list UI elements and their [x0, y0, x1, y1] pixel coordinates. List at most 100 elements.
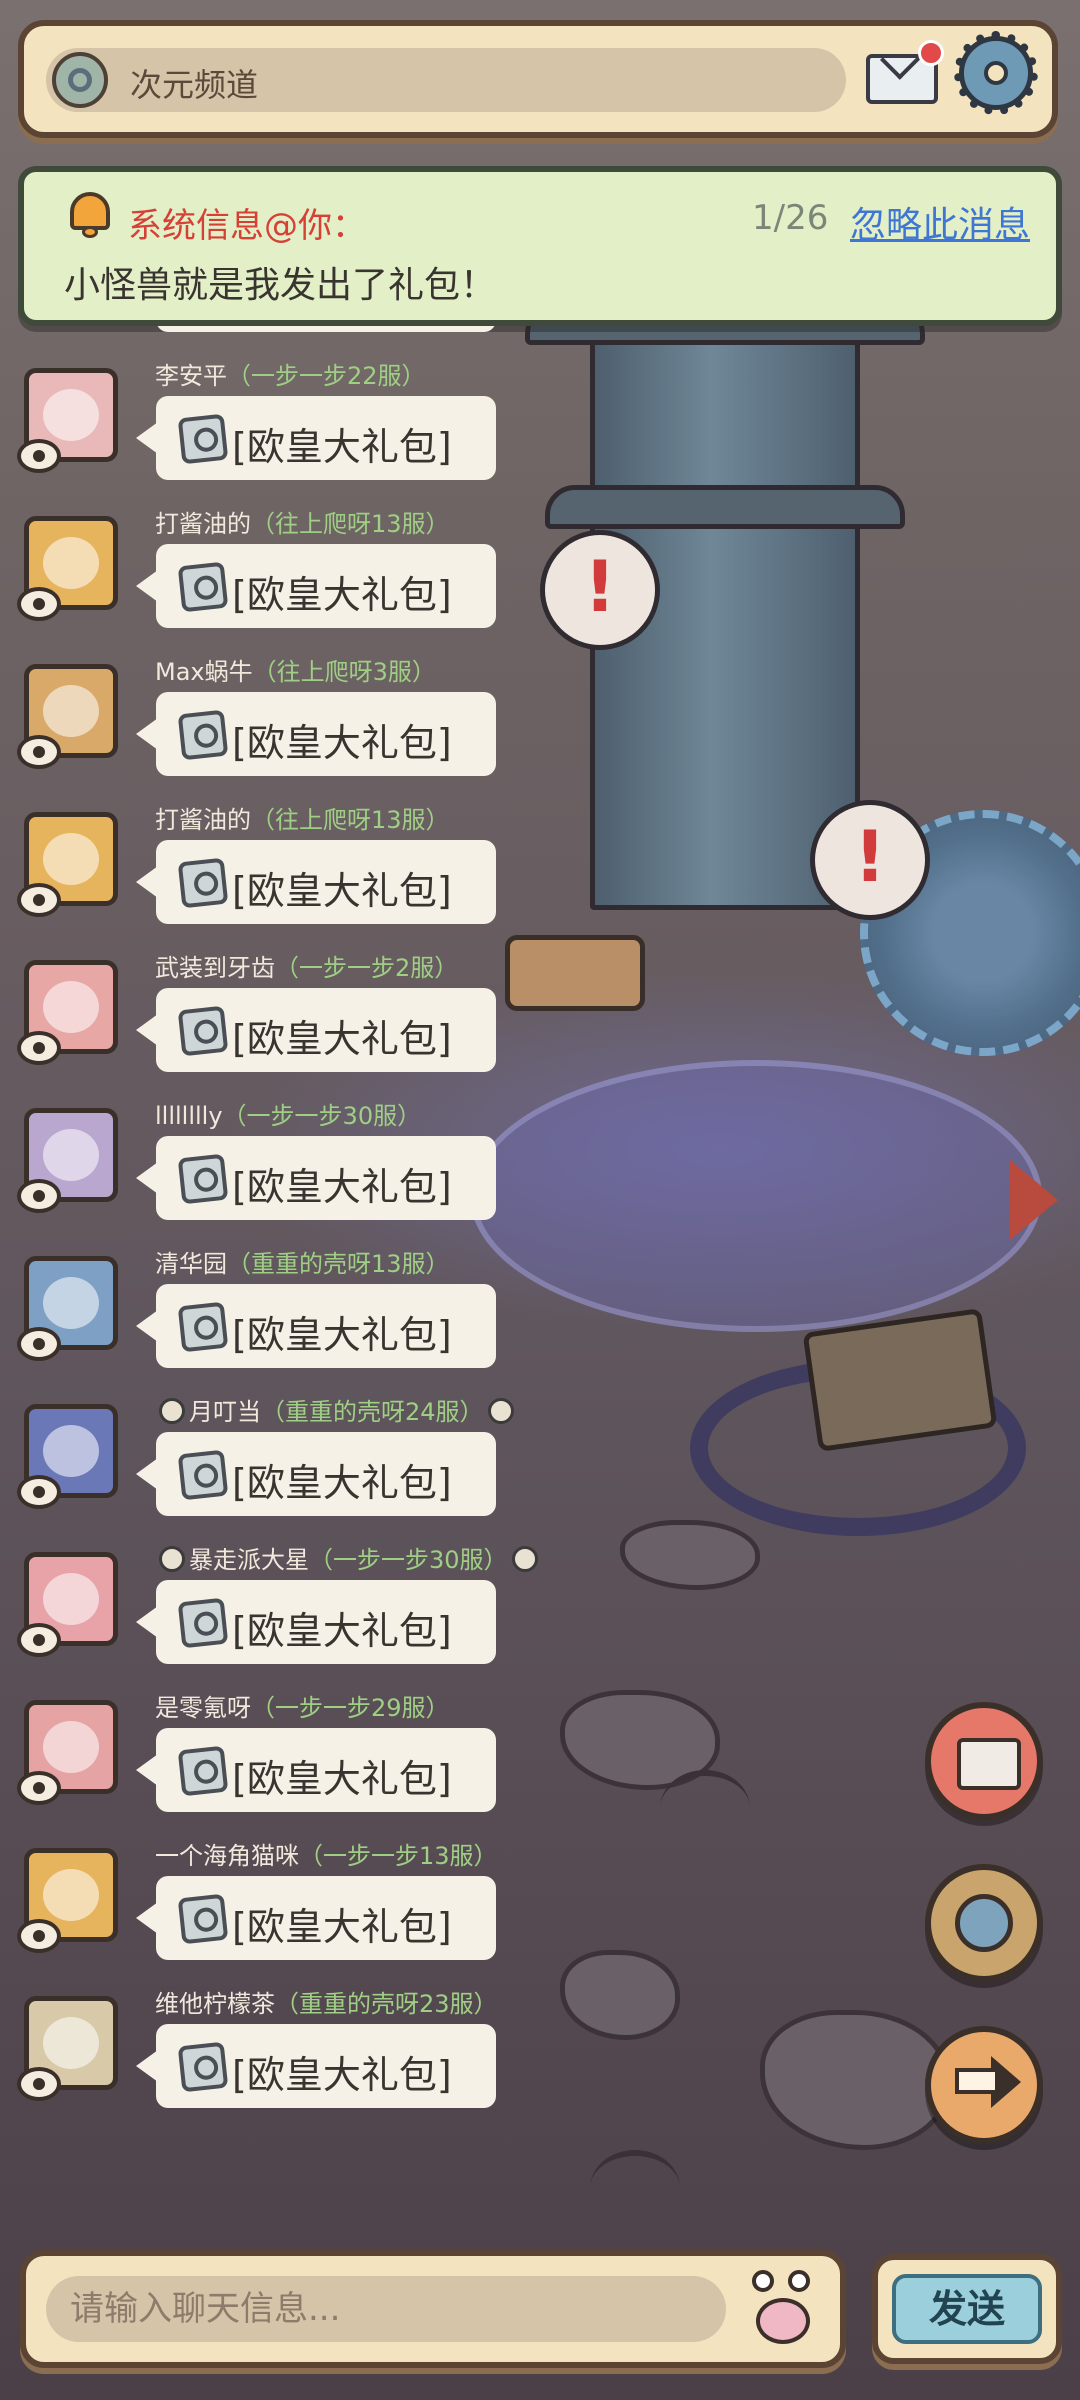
avatar[interactable] [17, 1108, 118, 1213]
gift-card-icon [177, 709, 229, 761]
chat-message: 打酱油的（往上爬呀13服） [欧皇大礼包] [17, 800, 560, 948]
view-profile-eye-icon[interactable] [17, 1623, 61, 1657]
avatar[interactable] [17, 1256, 118, 1361]
sender-name[interactable]: lllllllly [155, 1102, 223, 1130]
message-bubble[interactable]: [欧皇大礼包] [156, 326, 496, 332]
sender-name[interactable]: 清华园 [155, 1250, 227, 1278]
sender-line: lllllllly（一步一步30服） [155, 1096, 421, 1131]
view-profile-eye-icon[interactable] [17, 883, 61, 917]
message-bubble[interactable]: [欧皇大礼包] [136, 1728, 496, 1812]
alert-exclamation-icon[interactable]: ! [810, 800, 930, 920]
avatar-face [43, 685, 99, 737]
mailbox-button[interactable] [925, 1702, 1043, 1820]
gift-card-icon [177, 1301, 229, 1353]
ignore-message-link[interactable]: 忽略此消息 [850, 196, 1030, 248]
sender-line: 是零氪呀（一步一步29服） [155, 1688, 450, 1723]
sender-name[interactable]: 打酱油的 [155, 806, 251, 834]
view-profile-eye-icon[interactable] [17, 1179, 61, 1213]
sender-server: （一步一步13服） [299, 1842, 498, 1870]
settings-button[interactable] [954, 31, 1038, 115]
avatar[interactable] [17, 1996, 118, 2101]
plant-illustration [590, 2150, 680, 2226]
chat-message: 李安平（一步一步22服） [欧皇大礼包] [17, 356, 560, 504]
gift-card-icon [177, 1893, 229, 1945]
avatar-face [43, 1869, 99, 1921]
avatar-face [43, 537, 99, 589]
sender-name[interactable]: 打酱油的 [155, 510, 251, 538]
sender-name[interactable]: 是零氪呀 [155, 1694, 251, 1722]
message-bubble[interactable]: [欧皇大礼包] [136, 1136, 496, 1220]
avatar[interactable] [17, 812, 118, 917]
view-profile-eye-icon[interactable] [17, 1031, 61, 1065]
channel-switch-button[interactable] [925, 1864, 1043, 1982]
avatar-face [43, 1573, 99, 1625]
message-bubble[interactable]: [欧皇大礼包] [136, 2024, 496, 2108]
avatar-face [43, 1425, 99, 1477]
avatar[interactable] [17, 516, 118, 621]
sender-name[interactable]: 维他柠檬茶 [155, 1990, 275, 2018]
chat-message: 武装到牙齿（一步一步2服） [欧皇大礼包] [17, 948, 560, 1096]
avatar-face [43, 1721, 99, 1773]
chat-message: 一个海角猫咪（一步一步13服） [欧皇大礼包] [17, 1836, 560, 1984]
avatar[interactable] [17, 1404, 118, 1509]
gift-card-icon [177, 561, 229, 613]
sender-name[interactable]: Max蜗牛 [155, 658, 253, 686]
send-button[interactable]: 发送 [892, 2274, 1042, 2344]
plant-illustration [660, 1770, 750, 1846]
view-profile-eye-icon[interactable] [17, 735, 61, 769]
message-bubble[interactable]: [欧皇大礼包] [136, 1876, 496, 1960]
sender-line: 一个海角猫咪（一步一步13服） [155, 1836, 498, 1871]
message-bubble[interactable]: [欧皇大礼包] [136, 840, 496, 924]
avatar-face [43, 2017, 99, 2069]
gift-card-icon [177, 1153, 229, 1205]
sender-name[interactable]: 李安平 [155, 362, 227, 390]
notice-message: 小怪兽就是我发出了礼包！ [64, 265, 497, 306]
message-bubble[interactable]: [欧皇大礼包] [136, 1580, 496, 1664]
chat-input[interactable] [46, 2276, 726, 2342]
avatar[interactable] [17, 368, 118, 473]
view-profile-eye-icon[interactable] [17, 2067, 61, 2101]
avatar[interactable] [17, 960, 118, 1065]
chat-message: 暴走派大星（一步一步30服） [欧皇大礼包] [17, 1540, 560, 1688]
chat-message-list[interactable]: 拖家带狗（往上爬呀7服）[欧皇大礼包]李安平（一步一步22服）[欧皇大礼包]打酱… [0, 326, 560, 2226]
avatar-face [43, 389, 99, 441]
message-bubble[interactable]: [欧皇大礼包] [136, 1432, 496, 1516]
scene-next-arrow-icon[interactable] [1010, 1160, 1058, 1240]
sender-name[interactable]: 月叮当 [189, 1398, 261, 1426]
forward-arrow-button[interactable] [925, 2026, 1043, 2144]
message-bubble[interactable]: [欧皇大礼包] [136, 544, 496, 628]
avatar[interactable] [17, 1848, 118, 1953]
gift-pack-label: [欧皇大礼包] [232, 1461, 452, 1505]
view-profile-eye-icon[interactable] [17, 587, 61, 621]
mail-button[interactable] [866, 40, 944, 104]
treasure-chest-illustration [802, 1308, 998, 1452]
send-button-frame: 发送 [872, 2254, 1062, 2364]
rock-illustration [620, 1520, 760, 1590]
sender-server: （重重的壳呀13服） [227, 1250, 450, 1278]
message-bubble[interactable]: [欧皇大礼包] [136, 396, 496, 480]
title-badge-icon [511, 1546, 538, 1572]
view-profile-eye-icon[interactable] [17, 439, 61, 473]
gift-pack-label: [欧皇大礼包] [232, 1017, 452, 1061]
channel-selector[interactable]: 次元频道 [46, 48, 846, 112]
snail-emoji-icon[interactable] [750, 2268, 814, 2348]
view-profile-eye-icon[interactable] [17, 1919, 61, 1953]
message-bubble[interactable]: [欧皇大礼包] [136, 988, 496, 1072]
avatar[interactable] [17, 664, 118, 769]
view-profile-eye-icon[interactable] [17, 1771, 61, 1805]
gift-pack-label: [欧皇大礼包] [232, 869, 452, 913]
message-bubble[interactable]: [欧皇大礼包] [136, 692, 496, 776]
sender-name[interactable]: 暴走派大星 [189, 1546, 309, 1574]
sender-name[interactable]: 武装到牙齿 [155, 954, 275, 982]
avatar[interactable] [17, 1700, 118, 1805]
message-bubble[interactable]: [欧皇大礼包] [136, 1284, 496, 1368]
chat-message: 拖家带狗（往上爬呀7服）[欧皇大礼包] [20, 326, 560, 356]
view-profile-eye-icon[interactable] [17, 1475, 61, 1509]
sender-server: （一步一步22服） [227, 362, 426, 390]
gift-pack-label: [欧皇大礼包] [232, 573, 452, 617]
sender-name[interactable]: 一个海角猫咪 [155, 1842, 299, 1870]
avatar[interactable] [17, 1552, 118, 1657]
view-profile-eye-icon[interactable] [17, 1327, 61, 1361]
channel-label: 次元频道 [130, 66, 259, 104]
gift-pack-label: [欧皇大礼包] [232, 1165, 452, 1209]
